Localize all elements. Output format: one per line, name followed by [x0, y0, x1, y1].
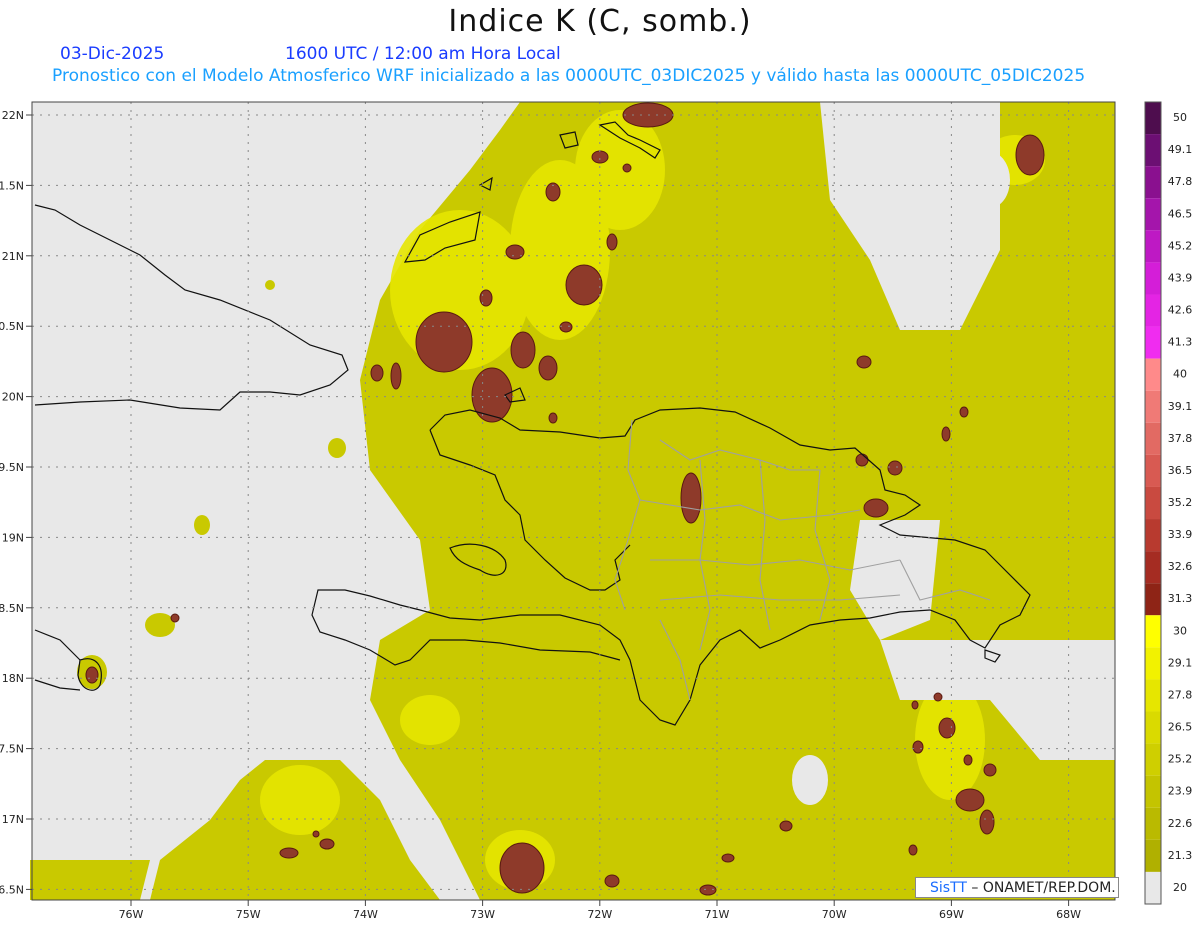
colorbar-swatch [1145, 711, 1161, 744]
lon-label: 74W [353, 908, 378, 921]
colorbar-label: 36.5 [1168, 464, 1193, 477]
sistt-logo: SisTT [930, 880, 967, 896]
lon-label: 69W [939, 908, 964, 921]
colorbar-label: 43.9 [1168, 271, 1193, 284]
lon-label: 68W [1056, 908, 1081, 921]
lon-label: 72W [587, 908, 612, 921]
colorbar-swatch [1145, 198, 1161, 231]
lat-label: 17N [2, 813, 24, 826]
colorbar-swatch [1145, 422, 1161, 455]
colorbar-label: 32.6 [1168, 560, 1193, 573]
colorbar-swatch [1145, 519, 1161, 552]
lon-axis-labels: 76W 75W 74W 73W 72W 71W 70W 69W 68W [119, 900, 1081, 921]
colorbar-swatch [1145, 358, 1161, 391]
lat-label: 18N [2, 672, 24, 685]
lat-label: 22N [2, 109, 24, 122]
colorbar-swatch [1145, 615, 1161, 648]
colorbar-label: 46.5 [1168, 207, 1193, 220]
colorbar-swatch [1145, 262, 1161, 295]
colorbar-swatch [1145, 871, 1161, 904]
lat-label: 21.5N [0, 179, 24, 192]
lon-label: 75W [236, 908, 261, 921]
credit-box: SisTT – ONAMET/REP.DOM. [915, 877, 1119, 898]
lat-label: 19N [2, 531, 24, 544]
colorbar-label: 20 [1173, 881, 1187, 894]
colorbar-label: 42.6 [1168, 304, 1193, 317]
colorbar-label: 33.9 [1168, 528, 1193, 541]
colorbar-swatch [1145, 743, 1161, 776]
credit-text: – ONAMET/REP.DOM. [971, 880, 1116, 896]
colorbar-label: 41.3 [1168, 336, 1193, 349]
lat-axis-labels: 22N 21.5N 21N 20.5N 20N 19.5N 19N 18.5N 18N 17.5N… [0, 109, 32, 896]
colorbar-swatch [1145, 230, 1161, 263]
colorbar-swatch [1145, 839, 1161, 872]
colorbar-label: 27.8 [1168, 688, 1193, 701]
colorbar-label: 29.1 [1168, 656, 1193, 669]
colorbar-label: 22.6 [1168, 817, 1193, 830]
colorbar-swatch [1145, 134, 1161, 167]
colorbar-swatch [1145, 583, 1161, 616]
colorbar-label: 25.2 [1168, 753, 1193, 766]
lon-label: 76W [119, 908, 144, 921]
colorbar-label: 39.1 [1168, 400, 1193, 413]
colorbar-swatch [1145, 454, 1161, 487]
colorbar-swatch [1145, 647, 1161, 680]
colorbar-label: 31.3 [1168, 592, 1193, 605]
lon-label: 73W [470, 908, 495, 921]
lon-label: 70W [822, 908, 847, 921]
colorbar-swatch [1145, 166, 1161, 199]
lat-label: 19.5N [0, 461, 24, 474]
colorbar-label: 30 [1173, 624, 1187, 637]
colorbar-label: 45.2 [1168, 239, 1193, 252]
colorbar-label: 21.3 [1168, 849, 1193, 862]
colorbar-swatch [1145, 775, 1161, 808]
colorbar-label: 49.1 [1168, 143, 1193, 156]
lon-label: 71W [705, 908, 730, 921]
lat-label: 17.5N [0, 743, 24, 756]
colorbar-swatch [1145, 486, 1161, 520]
colorbar: 50 49.1 47.8 46.5 45.2 43.9 42.6 41.3 40 39.1 37.8… [1144, 101, 1193, 905]
colorbar-label: 47.8 [1168, 175, 1193, 188]
lat-label: 20N [2, 391, 24, 404]
colorbar-label: 37.8 [1168, 432, 1193, 445]
colorbar-label: 23.9 [1168, 785, 1193, 798]
colorbar-swatch [1145, 326, 1161, 359]
colorbar-swatch [1145, 551, 1161, 584]
lat-label: 16.5N [0, 883, 24, 896]
colorbar-swatch [1145, 807, 1161, 840]
colorbar-swatch [1145, 390, 1161, 423]
colorbar-label: 50 [1173, 111, 1187, 124]
colorbar-swatch [1145, 294, 1161, 327]
colorbar-label: 26.5 [1168, 721, 1193, 734]
colorbar-swatch [1145, 679, 1161, 712]
lat-label: 21N [2, 250, 24, 263]
forecast-map: 22N 21.5N 21N 20.5N 20N 19.5N 19N 18.5N 18N 17.5N… [0, 101, 1193, 921]
colorbar-label: 35.2 [1168, 496, 1193, 509]
colorbar-label: 40 [1173, 368, 1187, 381]
colorbar-swatch [1145, 102, 1161, 135]
lat-label: 18.5N [0, 602, 24, 615]
lat-label: 20.5N [0, 320, 24, 333]
